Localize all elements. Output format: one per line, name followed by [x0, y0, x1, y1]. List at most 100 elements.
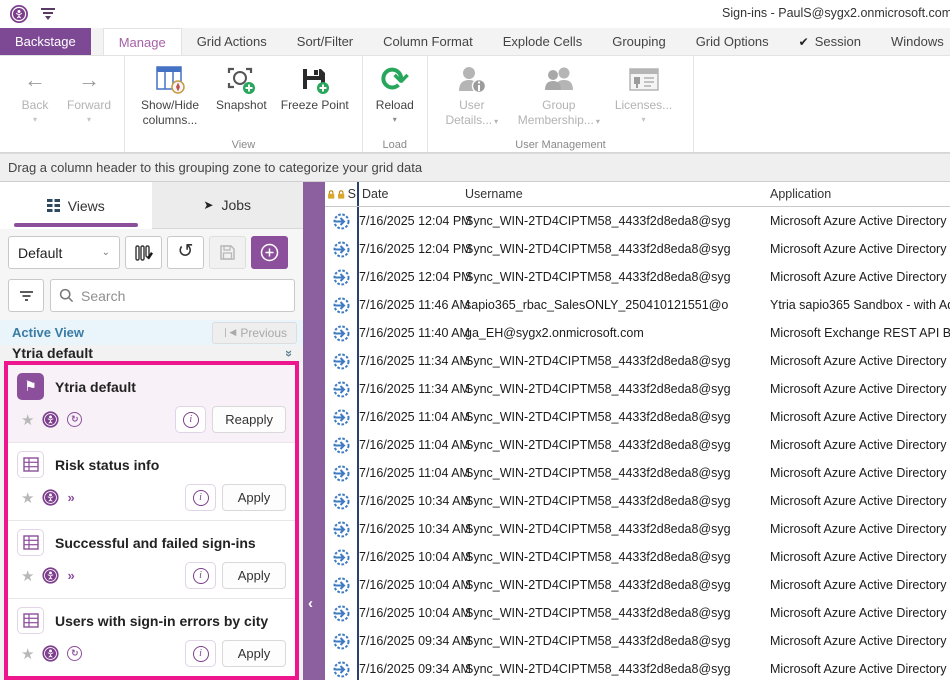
grouping-zone[interactable]: Drag a column header to this grouping zo… — [0, 153, 950, 182]
cell-username[interactable]: Sync_WIN-2TD4CIPTM58_4433f2d8eda8@syg — [462, 606, 768, 620]
cell-application[interactable]: Microsoft Azure Active Directory Co — [768, 354, 950, 368]
grid-row[interactable]: 7/16/2025 11:34 AM Sync_WIN-2TD4CIPTM58_… — [325, 347, 950, 375]
forward-dropdown-caret[interactable]: ▾ — [87, 115, 91, 124]
cell-application[interactable]: Microsoft Azure Active Directory Co — [768, 382, 950, 396]
ribbon-tab[interactable]: Sort/Filter — [282, 28, 368, 55]
grid-row[interactable]: 7/16/2025 11:04 AM Sync_WIN-2TD4CIPTM58_… — [325, 459, 950, 487]
apply-view-button[interactable]: Apply — [222, 640, 286, 667]
cell-date[interactable]: 7/16/2025 11:04 AM — [359, 438, 462, 452]
cell-username[interactable]: Sync_WIN-2TD4CIPTM58_4433f2d8eda8@syg — [462, 214, 768, 228]
cell-application[interactable]: Microsoft Azure Active Directory Co — [768, 242, 950, 256]
cell-application[interactable]: Microsoft Exchange REST API Based — [768, 326, 950, 340]
cell-username[interactable]: Sync_WIN-2TD4CIPTM58_4433f2d8eda8@syg — [462, 550, 768, 564]
cell-date[interactable]: 7/16/2025 11:04 AM — [359, 410, 462, 424]
clipped-column-header[interactable]: S — [348, 187, 357, 201]
cell-username[interactable]: sapio365_rbac_SalesONLY_250410121551@o — [462, 298, 768, 312]
cell-username[interactable]: Sync_WIN-2TD4CIPTM58_4433f2d8eda8@syg — [462, 522, 768, 536]
cell-application[interactable]: Microsoft Azure Active Directory Co — [768, 606, 950, 620]
grid-row[interactable]: 7/16/2025 10:04 AM Sync_WIN-2TD4CIPTM58_… — [325, 599, 950, 627]
ribbon-tab[interactable]: Windows — [876, 28, 950, 55]
tab-jobs[interactable]: ➤ Jobs — [152, 182, 304, 229]
panel-collapse-bar[interactable]: ‹ — [303, 182, 325, 680]
star-icon[interactable]: ★ — [21, 411, 34, 429]
cell-date[interactable]: 7/16/2025 12:04 PM — [359, 242, 462, 256]
forward-button[interactable]: → Forward ▾ — [62, 60, 116, 126]
grid-row[interactable]: 7/16/2025 10:34 AM Sync_WIN-2TD4CIPTM58_… — [325, 515, 950, 543]
view-info-button[interactable]: i — [185, 484, 216, 511]
quick-access-menu-icon[interactable] — [40, 7, 56, 21]
user-details-button[interactable]: User Details...▾ — [436, 60, 508, 130]
cell-application[interactable]: Microsoft Azure Active Directory Co — [768, 494, 950, 508]
view-info-button[interactable]: i — [185, 640, 216, 667]
freeze-point-button[interactable]: Freeze Point — [276, 60, 354, 115]
cell-application[interactable]: Microsoft Azure Active Directory Co — [768, 522, 950, 536]
grid-row[interactable]: 7/16/2025 10:34 AM Sync_WIN-2TD4CIPTM58_… — [325, 487, 950, 515]
grid-header-lock-cell[interactable]: S — [325, 182, 359, 206]
licenses-dropdown-caret[interactable]: ▾ — [641, 115, 645, 124]
grid-row[interactable]: 7/16/2025 11:04 AM Sync_WIN-2TD4CIPTM58_… — [325, 403, 950, 431]
cell-application[interactable]: Microsoft Azure Active Directory Co — [768, 438, 950, 452]
star-icon[interactable]: ★ — [21, 567, 34, 585]
cell-date[interactable]: 7/16/2025 10:34 AM — [359, 494, 462, 508]
ribbon-tab[interactable]: ✔ Session — [784, 28, 876, 55]
view-info-button[interactable]: i — [185, 562, 216, 589]
ribbon-tab[interactable]: Backstage — [0, 28, 91, 55]
cell-date[interactable]: 7/16/2025 12:04 PM — [359, 270, 462, 284]
cell-date[interactable]: 7/16/2025 11:46 AM — [359, 298, 462, 312]
cell-username[interactable]: Sync_WIN-2TD4CIPTM58_4433f2d8eda8@syg — [462, 382, 768, 396]
grid-row[interactable]: 7/16/2025 12:04 PM Sync_WIN-2TD4CIPTM58_… — [325, 207, 950, 235]
add-view-button[interactable] — [251, 236, 288, 269]
cell-application[interactable]: Microsoft Azure Active Directory Co — [768, 578, 950, 592]
ribbon-tab[interactable]: Explode Cells — [488, 28, 598, 55]
cell-username[interactable]: Sync_WIN-2TD4CIPTM58_4433f2d8eda8@syg — [462, 578, 768, 592]
cell-date[interactable]: 7/16/2025 11:34 AM — [359, 354, 462, 368]
ribbon-tab[interactable]: Grouping — [597, 28, 680, 55]
back-dropdown-caret[interactable]: ▾ — [33, 115, 37, 124]
grid-row[interactable]: 7/16/2025 11:04 AM Sync_WIN-2TD4CIPTM58_… — [325, 431, 950, 459]
cell-username[interactable]: Sync_WIN-2TD4CIPTM58_4433f2d8eda8@syg — [462, 634, 768, 648]
grid-row[interactable]: 7/16/2025 11:40 AM ga_EH@sygx2.onmicroso… — [325, 319, 950, 347]
reload-button[interactable]: ⟳ Reload ▾ — [371, 60, 419, 126]
cell-date[interactable]: 7/16/2025 11:34 AM — [359, 382, 462, 396]
ribbon-tab[interactable]: Grid Actions — [182, 28, 282, 55]
cell-application[interactable]: Microsoft Azure Active Directory Co — [768, 662, 950, 676]
grid-row[interactable]: 7/16/2025 10:04 AM Sync_WIN-2TD4CIPTM58_… — [325, 543, 950, 571]
grid-row[interactable]: 7/16/2025 11:46 AM sapio365_rbac_SalesON… — [325, 291, 950, 319]
cell-date[interactable]: 7/16/2025 12:04 PM — [359, 214, 462, 228]
cell-username[interactable]: Sync_WIN-2TD4CIPTM58_4433f2d8eda8@syg — [462, 354, 768, 368]
column-header-username[interactable]: Username — [462, 187, 768, 201]
cell-username[interactable]: Sync_WIN-2TD4CIPTM58_4433f2d8eda8@syg — [462, 438, 768, 452]
cell-application[interactable]: Ytria sapio365 Sandbox - with Adm — [768, 298, 950, 312]
apply-view-button[interactable]: Reapply — [212, 406, 286, 433]
apply-view-button[interactable]: Apply — [222, 562, 286, 589]
cell-date[interactable]: 7/16/2025 11:40 AM — [359, 326, 462, 340]
cell-application[interactable]: Microsoft Azure Active Directory Co — [768, 410, 950, 424]
view-list-item[interactable]: Risk status info ★ » — [8, 442, 295, 520]
star-icon[interactable]: ★ — [21, 489, 34, 507]
cell-username[interactable]: ga_EH@sygx2.onmicrosoft.com — [462, 326, 768, 340]
preset-dropdown[interactable]: Default ⌄ — [8, 236, 120, 269]
cell-date[interactable]: 7/16/2025 10:04 AM — [359, 550, 462, 564]
grid-row[interactable]: 7/16/2025 09:34 AM Sync_WIN-2TD4CIPTM58_… — [325, 655, 950, 680]
column-header-application[interactable]: Application — [768, 187, 950, 201]
cell-application[interactable]: Microsoft Azure Active Directory Co — [768, 550, 950, 564]
previous-view-button[interactable]: ❘◀ Previous — [212, 322, 297, 344]
licenses-button[interactable]: Licenses... ▾ — [610, 60, 677, 126]
grid-row[interactable]: 7/16/2025 12:04 PM Sync_WIN-2TD4CIPTM58_… — [325, 235, 950, 263]
ytria-app-icon[interactable] — [10, 5, 28, 23]
cell-application[interactable]: Microsoft Azure Active Directory Co — [768, 270, 950, 284]
ribbon-tab[interactable]: Grid Options — [681, 28, 784, 55]
collapse-section-icon[interactable]: » — [282, 349, 297, 356]
star-icon[interactable]: ★ — [21, 645, 34, 663]
cell-application[interactable]: Microsoft Azure Active Directory Co — [768, 214, 950, 228]
cell-date[interactable]: 7/16/2025 10:04 AM — [359, 578, 462, 592]
view-list-item[interactable]: ⚑ Ytria default ★ ↻ — [8, 365, 295, 442]
edit-columns-button[interactable] — [125, 236, 162, 269]
cell-username[interactable]: Sync_WIN-2TD4CIPTM58_4433f2d8eda8@syg — [462, 410, 768, 424]
view-list-item[interactable]: Users with sign-in errors by city ★ ↻ — [8, 598, 295, 676]
reload-dropdown-caret[interactable]: ▾ — [393, 115, 397, 124]
reset-view-button[interactable]: ↺ — [167, 236, 204, 269]
grid-row[interactable]: 7/16/2025 12:04 PM Sync_WIN-2TD4CIPTM58_… — [325, 263, 950, 291]
cell-date[interactable]: 7/16/2025 09:34 AM — [359, 662, 462, 676]
show-hide-columns-button[interactable]: Show/Hide columns... — [133, 60, 207, 130]
